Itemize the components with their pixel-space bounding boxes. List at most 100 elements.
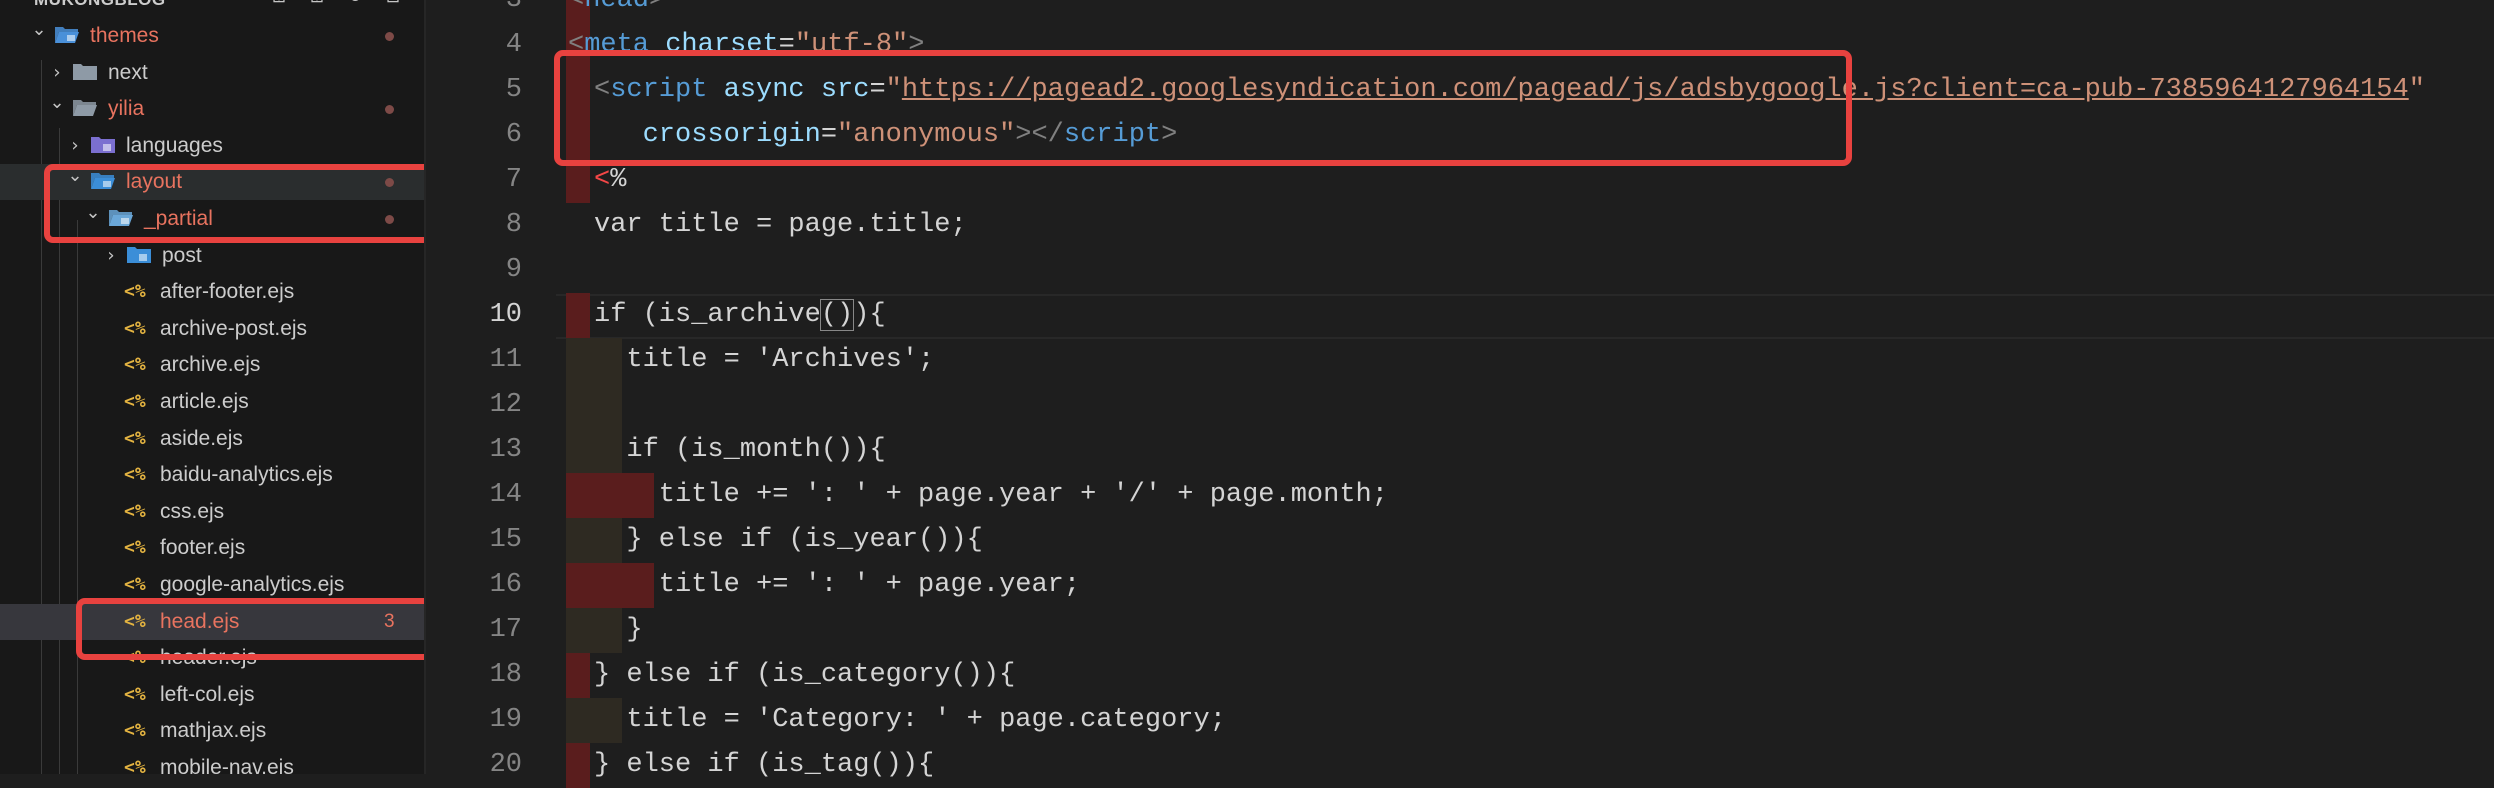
code-token: title += ': ' + page.year; xyxy=(594,570,1081,600)
code-editor[interactable]: 3 4 5 6 7 8 9 10 11 12 13 14 15 16 17 18 19 20 <head> <met… xyxy=(426,0,2494,788)
folder-item-yilia[interactable]: ⌄ yilia xyxy=(0,91,424,127)
code-token: title = 'Category: ' + page.category; xyxy=(594,705,1226,735)
tree-item-label: mobile-nav.ejs xyxy=(160,756,294,774)
code-line: title = 'Category: ' + page.category; xyxy=(594,698,1226,743)
line-number: 17 xyxy=(489,615,522,645)
code-token: if (is_archive xyxy=(594,300,821,330)
code-token: ){ xyxy=(853,300,886,330)
new-folder-icon[interactable]: ⊞ xyxy=(306,0,328,6)
folder-icon xyxy=(126,244,152,268)
change-indicator xyxy=(566,653,590,698)
line-number: 7 xyxy=(505,165,522,195)
line-number: 12 xyxy=(489,390,522,420)
tree-item-label: footer.ejs xyxy=(160,536,246,560)
code-token: () xyxy=(819,299,855,331)
ejs-file-icon: <% xyxy=(124,537,146,559)
tree-item-label: aside.ejs xyxy=(160,426,243,450)
tree-item-label: after-footer.ejs xyxy=(160,280,295,304)
folder-item-next[interactable]: › next xyxy=(0,55,424,91)
highlight-box-head-ejs xyxy=(76,598,424,660)
modified-dot-icon xyxy=(385,105,394,115)
chevron-right-icon[interactable]: › xyxy=(102,241,120,271)
highlight-box-layout xyxy=(44,164,424,243)
file-item-footer-ejs[interactable]: <% footer.ejs xyxy=(0,530,424,566)
code-token: title = 'Archives'; xyxy=(594,345,935,375)
line-number: 10 xyxy=(489,300,522,330)
folder-icon xyxy=(54,24,80,48)
code-line: title += ': ' + page.year; xyxy=(594,563,1080,608)
line-number: 15 xyxy=(489,525,522,555)
code-token: title += ': ' + page.year + '/' + page.m… xyxy=(594,480,1388,510)
chevron-right-icon[interactable]: › xyxy=(66,131,84,161)
ejs-file-icon: <% xyxy=(124,757,146,774)
file-item-baidu-analytics-ejs[interactable]: <% baidu-analytics.ejs xyxy=(0,457,424,493)
ejs-file-icon: <% xyxy=(124,391,146,412)
modified-dot-icon xyxy=(385,32,394,41)
code-line: if (is_month()){ xyxy=(594,428,886,473)
ejs-file-icon: <% xyxy=(124,354,146,376)
refresh-icon[interactable]: ↻ xyxy=(344,0,366,6)
tree-item-label: archive-post.ejs xyxy=(160,316,308,340)
line-number: 18 xyxy=(489,660,522,690)
code-line: } xyxy=(594,608,642,653)
highlight-box-script-tag xyxy=(554,50,1852,166)
ejs-file-icon: <% xyxy=(124,720,146,742)
tree-item-label: baidu-analytics.ejs xyxy=(160,463,333,487)
tree-item-label: article.ejs xyxy=(160,390,249,413)
code-token: head xyxy=(584,0,650,15)
tree-item-label: google-analytics.ejs xyxy=(160,573,345,596)
folder-item-languages[interactable]: › languages xyxy=(0,128,424,164)
code-line: <head> xyxy=(568,0,665,23)
code-token: % xyxy=(610,165,627,195)
tree-item-label: themes xyxy=(90,24,159,47)
change-indicator xyxy=(566,743,590,788)
file-item-archive-ejs[interactable]: <% archive.ejs xyxy=(0,347,424,383)
code-token: var title = page.title; xyxy=(594,210,967,240)
collapse-all-icon[interactable]: ⊟ xyxy=(382,0,404,6)
file-item-archive-post-ejs[interactable]: <% archive-post.ejs xyxy=(0,311,424,347)
code-token: " xyxy=(2408,75,2425,105)
chevron-down-icon[interactable]: ⌄ xyxy=(30,15,48,45)
file-item-left-col-ejs[interactable]: <% left-col.ejs xyxy=(0,677,424,713)
explorer-header: MUKONGBLOG ⊞ ⊞ ↻ ⊟ xyxy=(0,0,424,12)
code-token: if (is_month()){ xyxy=(594,435,886,465)
tree-item-label: css.ejs xyxy=(160,499,225,523)
line-number: 11 xyxy=(489,345,522,375)
file-item-article-ejs[interactable]: <% article.ejs xyxy=(0,384,424,420)
line-number: 3 xyxy=(505,0,522,15)
line-number: 13 xyxy=(489,435,522,465)
chevron-down-icon[interactable]: ⌄ xyxy=(48,88,66,118)
explorer-title: MUKONGBLOG xyxy=(34,0,166,10)
folder-icon xyxy=(72,97,98,121)
file-item-mathjax-ejs[interactable]: <% mathjax.ejs xyxy=(0,713,424,749)
tree-item-label: post xyxy=(162,243,202,267)
ejs-file-icon: <% xyxy=(124,427,146,449)
chevron-right-icon[interactable]: › xyxy=(48,58,66,88)
ejs-file-icon: <% xyxy=(124,574,146,595)
code-line: if (is_archive()){ xyxy=(594,293,886,338)
change-indicator xyxy=(566,293,590,338)
ejs-file-icon: <% xyxy=(124,500,146,522)
tree-item-label: archive.ejs xyxy=(160,353,261,377)
file-item-after-footer-ejs[interactable]: <% after-footer.ejs xyxy=(0,274,424,310)
tree-item-label: yilia xyxy=(108,97,145,121)
code-token: } else if (is_year()){ xyxy=(594,525,983,555)
tree-item-label: next xyxy=(108,60,148,84)
line-number: 19 xyxy=(489,705,522,735)
code-line: title = 'Archives'; xyxy=(594,338,934,383)
file-item-aside-ejs[interactable]: <% aside.ejs xyxy=(0,421,424,457)
folder-icon xyxy=(72,61,98,85)
line-number: 5 xyxy=(505,75,522,105)
code-token: } else if (is_tag()){ xyxy=(594,750,935,780)
file-item-css-ejs[interactable]: <% css.ejs xyxy=(0,494,424,530)
code-line: } else if (is_year()){ xyxy=(594,518,983,563)
ejs-file-icon: <% xyxy=(124,281,146,303)
line-number: 14 xyxy=(489,480,522,510)
file-item-mobile-nav-ejs[interactable]: <% mobile-nav.ejs xyxy=(0,750,424,774)
code-token: } else if (is_category()){ xyxy=(594,660,1016,690)
code-line: title += ': ' + page.year + '/' + page.m… xyxy=(594,473,1388,518)
line-number: 16 xyxy=(489,570,522,600)
new-file-icon[interactable]: ⊞ xyxy=(268,0,290,6)
folder-item-themes[interactable]: ⌄ themes xyxy=(0,18,424,54)
line-number: 8 xyxy=(505,210,522,240)
